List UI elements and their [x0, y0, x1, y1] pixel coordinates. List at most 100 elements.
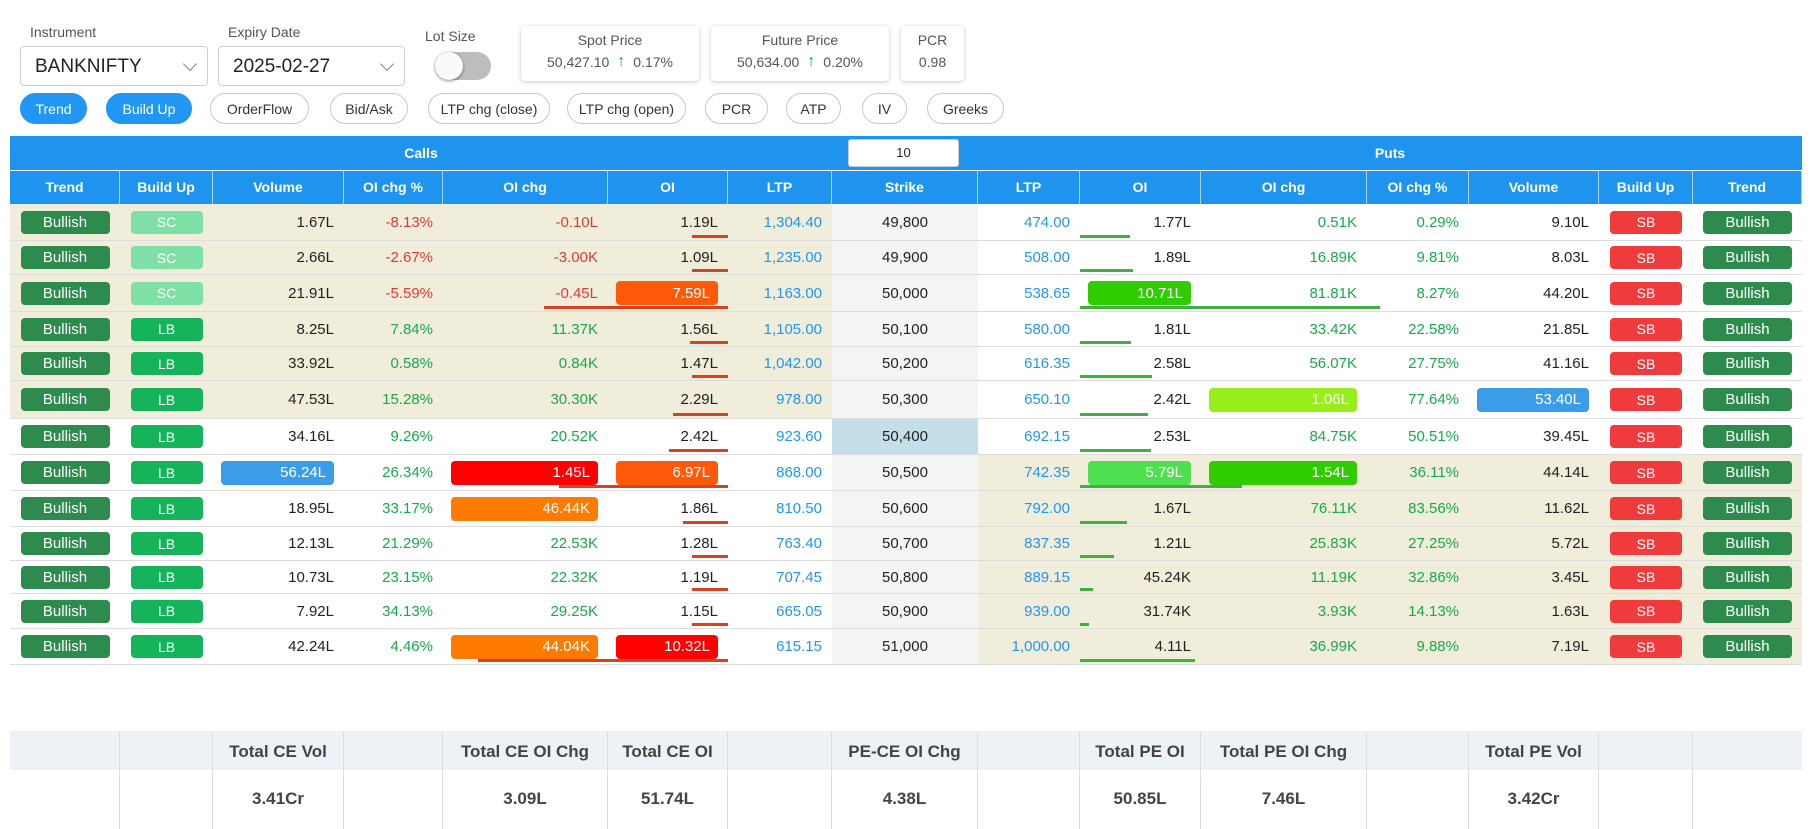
tab-atp[interactable]: ATP: [786, 93, 841, 124]
pe-oi-chg: 11.19K: [1310, 568, 1357, 586]
arrow-up-icon: ↑: [807, 53, 816, 70]
column-header[interactable]: Volume: [213, 171, 344, 204]
total-pe-oi-chg-value: 7.46L: [1261, 789, 1306, 808]
ce-ltp: 1,163.00: [763, 284, 822, 302]
lot-size-toggle[interactable]: [435, 52, 491, 80]
pe-ltp: 538.65: [1024, 284, 1070, 302]
strike-price: 49,800: [882, 213, 928, 231]
ce-trend-badge: Bullish: [20, 388, 110, 411]
tab-ltp-chg-close[interactable]: LTP chg (close): [428, 93, 550, 124]
pe-trend-badge: Bullish: [1703, 210, 1792, 234]
table-row: Bullish LB 18.95L 33.17% 46.44K 1.86L 810.50 50…: [10, 491, 1802, 527]
pe-oi-chg-pct: 0.29%: [1416, 213, 1459, 231]
pe-trend-badge: Bullish: [1703, 532, 1792, 555]
pe-oi-chg-pct: 27.25%: [1408, 535, 1459, 552]
column-header[interactable]: LTP: [978, 171, 1080, 204]
ce-oi-bar: [544, 306, 728, 309]
ce-volume: 21.91L: [288, 284, 334, 302]
table-row: Bullish SC 1.67L -8.13% -0.10L 1.19L 1,304.40 4…: [10, 204, 1802, 241]
column-header[interactable]: OI: [1080, 171, 1201, 204]
pe-volume: 8.03L: [1551, 249, 1589, 266]
spot-price-card: Spot Price 50,427.10 ↑ 0.17%: [521, 26, 699, 81]
pe-trend-badge: Bullish: [1703, 497, 1792, 520]
pe-trend-badge: Bullish: [1703, 352, 1792, 375]
column-header[interactable]: Trend: [10, 171, 120, 204]
ce-oi: 1.47L: [680, 355, 718, 372]
totals-footer: Total CE Vol 3.41Cr Total CE OI Chg 3.09L …: [10, 731, 1802, 829]
pe-oi-chg: 3.93K: [1317, 602, 1357, 620]
pe-oi-bar: [1080, 588, 1093, 591]
ce-oi-chg-highlight: 44.04K: [451, 634, 598, 659]
pe-oi: 1.21L: [1153, 535, 1191, 552]
pe-oi-chg: 84.75K: [1309, 428, 1357, 445]
ce-oi-chg-pct: 26.34%: [382, 464, 433, 481]
pe-trend-badge: Bullish: [1703, 461, 1792, 484]
ce-oi-chg: -0.45L: [555, 284, 598, 302]
pe-oi-bar: [1080, 306, 1380, 309]
tab-trend[interactable]: Trend: [20, 93, 87, 124]
ce-buildup-badge: SC: [130, 281, 203, 305]
column-header[interactable]: OI chg: [1201, 171, 1367, 204]
calls-header: Calls: [404, 145, 438, 161]
spot-price-change: 0.17%: [633, 54, 673, 70]
column-header[interactable]: LTP: [728, 171, 832, 204]
pe-oi: 10.71L: [1137, 284, 1183, 302]
ce-oi: 1.86L: [680, 500, 718, 517]
ce-oi-bar: [669, 449, 728, 452]
table-row: Bullish LB 33.92L 0.58% 0.84K 1.47L 1,042.00 50…: [10, 347, 1802, 381]
future-price-value: 50,634.00: [737, 54, 800, 70]
total-ce-oi-chg-value: 3.09L: [503, 789, 547, 808]
expiry-select[interactable]: 2025-02-27: [218, 46, 405, 86]
ce-buildup-badge: LB: [130, 635, 203, 658]
ce-oi-chg-pct: 0.58%: [390, 355, 433, 372]
column-header[interactable]: OI: [608, 171, 728, 204]
column-header[interactable]: Build Up: [1599, 171, 1693, 204]
ce-oi-bar: [673, 413, 728, 416]
ce-trend-badge: Bullish: [20, 352, 110, 375]
tab-build-up[interactable]: Build Up: [106, 93, 192, 124]
pe-oi-chg: 1.54L: [1311, 464, 1349, 481]
pe-oi-bar: [1080, 521, 1127, 524]
column-header[interactable]: OI chg %: [344, 171, 443, 204]
ce-buildup-badge: LB: [130, 352, 203, 375]
pe-oi-chg: 25.83K: [1309, 535, 1357, 552]
strike-count-input[interactable]: 10: [848, 139, 959, 167]
pe-oi: 1.89L: [1153, 249, 1191, 266]
strike-price: 49,900: [882, 249, 928, 266]
ce-oi: 2.29L: [680, 391, 718, 408]
ce-volume: 47.53L: [288, 391, 334, 408]
tab-greeks[interactable]: Greeks: [927, 93, 1004, 124]
strike-price: 50,500: [882, 464, 928, 481]
ce-trend-badge: Bullish: [20, 497, 110, 520]
pe-oi-chg: 16.89K: [1309, 249, 1357, 266]
pe-oi-chg-highlight: 1.54L: [1209, 460, 1357, 485]
pe-oi-chg-pct: 27.75%: [1408, 355, 1459, 372]
tab-ltp-chg-open[interactable]: LTP chg (open): [567, 93, 686, 124]
ce-ltp: 868.00: [776, 464, 822, 481]
column-header[interactable]: OI chg: [443, 171, 608, 204]
ce-ltp: 1,304.40: [763, 213, 822, 231]
ce-oi-chg-pct: 21.29%: [382, 535, 433, 552]
instrument-select[interactable]: BANKNIFTY: [20, 46, 208, 86]
tab-iv[interactable]: IV: [862, 93, 907, 124]
column-header[interactable]: Build Up: [120, 171, 213, 204]
tab-bid-ask[interactable]: Bid/Ask: [330, 93, 408, 124]
table-row: Bullish LB 47.53L 15.28% 30.30K 2.29L 978.00 50…: [10, 381, 1802, 419]
column-header[interactable]: OI chg %: [1367, 171, 1469, 204]
column-header[interactable]: Strike: [832, 171, 978, 204]
pe-buildup-badge: SB: [1610, 317, 1682, 341]
pe-oi: 1.67L: [1153, 500, 1191, 517]
ce-volume: 1.67L: [296, 213, 334, 231]
column-header[interactable]: Volume: [1469, 171, 1599, 204]
total-ce-oi-label: Total CE OI: [622, 742, 713, 761]
pe-volume: 53.40L: [1535, 391, 1581, 408]
total-ce-vol-label: Total CE Vol: [229, 742, 327, 761]
pe-oi-chg: 56.07K: [1309, 355, 1357, 372]
column-header[interactable]: Trend: [1693, 171, 1802, 204]
tab-orderflow[interactable]: OrderFlow: [210, 93, 309, 124]
strike-price: 50,900: [882, 602, 928, 620]
tab-pcr[interactable]: PCR: [705, 93, 768, 124]
ce-oi-chg: 30.30K: [550, 391, 598, 408]
ce-buildup-badge: LB: [130, 388, 203, 411]
pe-buildup-badge: SB: [1610, 281, 1682, 305]
